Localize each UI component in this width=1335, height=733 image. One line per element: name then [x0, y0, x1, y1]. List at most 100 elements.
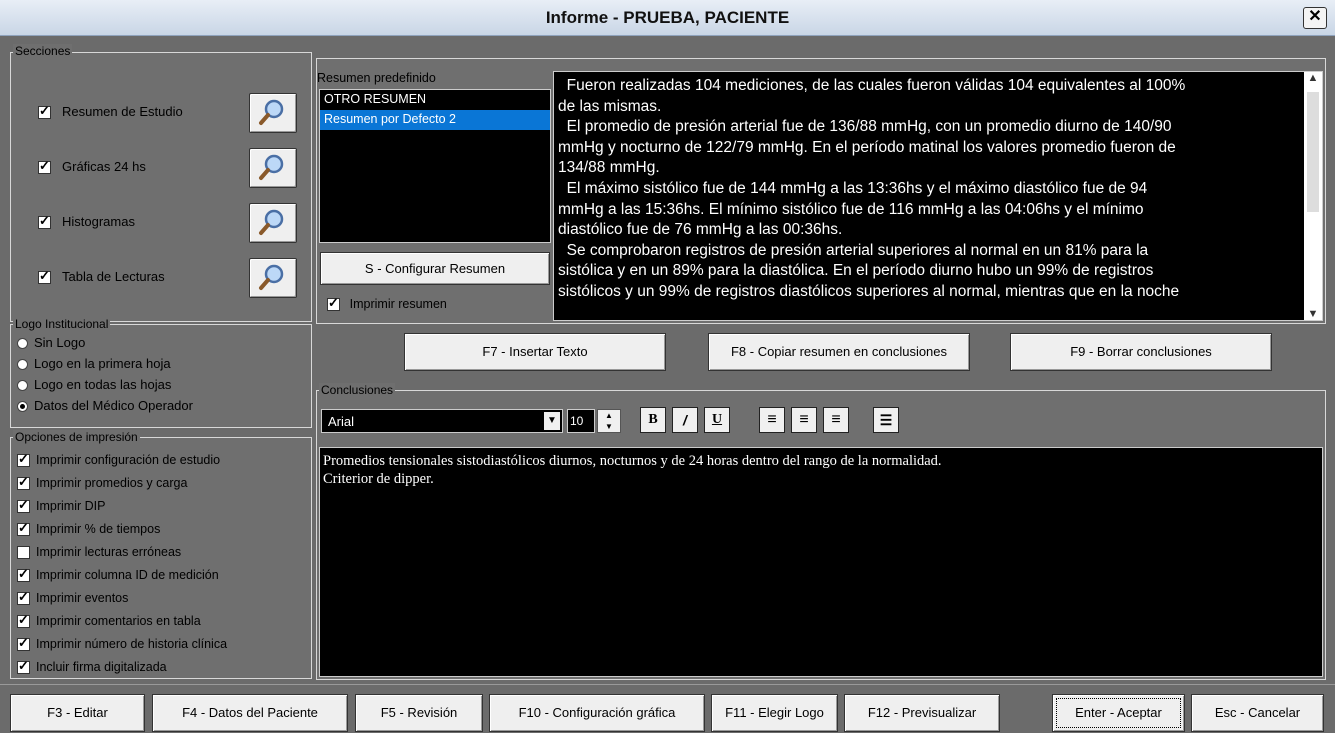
logo-radio[interactable] — [17, 401, 28, 413]
imprimir-resumen-checkbox[interactable] — [327, 295, 340, 312]
editar-button[interactable]: F3 - Editar — [10, 694, 145, 732]
bold-button[interactable]: B — [640, 407, 666, 433]
imprimir-resumen-label: Imprimir resumen — [349, 297, 447, 311]
scroll-thumb[interactable] — [1307, 92, 1319, 212]
insertar-texto-button[interactable]: F7 - Insertar Texto — [404, 333, 666, 371]
search-icon[interactable] — [249, 203, 297, 243]
impresion-option[interactable]: Incluir firma digitalizada — [17, 658, 167, 675]
impresion-checkbox[interactable] — [17, 589, 30, 606]
impresion-option[interactable]: Imprimir número de historia clínica — [17, 635, 228, 652]
configurar-resumen-button[interactable]: S - Configurar Resumen — [320, 252, 550, 285]
impresion-checkbox[interactable] — [17, 474, 30, 491]
impresion-option[interactable]: Imprimir promedios y carga — [17, 474, 188, 491]
font-size-value: 10 — [570, 414, 584, 428]
search-icon[interactable] — [249, 93, 297, 133]
resumen-textarea[interactable]: Fueron realizadas 104 mediciones, de las… — [553, 71, 1323, 321]
seccion-checkbox[interactable] — [38, 103, 51, 119]
datos-paciente-button[interactable]: F4 - Datos del Paciente — [152, 694, 348, 732]
seccion-checkbox[interactable] — [38, 213, 51, 229]
title-bar: Informe - PRUEBA, PACIENTE ✕ — [0, 0, 1335, 36]
revision-button[interactable]: F5 - Revisión — [355, 694, 483, 732]
aceptar-button[interactable]: Enter - Aceptar — [1052, 694, 1185, 732]
font-size-stepper[interactable]: ▲ ▼ — [597, 409, 621, 433]
search-icon[interactable] — [249, 258, 297, 298]
resumen-text-line: sistólica y en un 89% para la diastólica… — [558, 262, 1154, 280]
configuracion-grafica-button[interactable]: F10 - Configuración gráfica — [489, 694, 705, 732]
font-select-value: Arial — [328, 414, 355, 429]
resumen-text-line: El promedio de presión arterial fue de 1… — [558, 118, 1172, 136]
seccion-row[interactable]: Tabla de Lecturas — [38, 258, 300, 298]
font-select[interactable]: Arial ▼ — [321, 409, 563, 433]
logo-radio[interactable] — [17, 359, 28, 371]
impresion-option-label: Incluir firma digitalizada — [36, 660, 167, 674]
logo-option[interactable]: Logo en la primera hoja — [17, 356, 171, 371]
seccion-row[interactable]: Resumen de Estudio — [38, 93, 300, 133]
elegir-logo-button[interactable]: F11 - Elegir Logo — [711, 694, 838, 732]
align-left-icon[interactable]: ≡ — [759, 407, 785, 433]
impresion-option[interactable]: Imprimir % de tiempos — [17, 520, 160, 537]
logo-option-label: Datos del Médico Operador — [34, 398, 193, 413]
impresion-option[interactable]: Imprimir lecturas erróneas — [17, 544, 181, 560]
impresion-option-label: Imprimir columna ID de medición — [36, 568, 219, 582]
close-button[interactable]: ✕ — [1303, 7, 1327, 29]
impresion-option-label: Imprimir número de historia clínica — [36, 637, 228, 651]
conclusiones-legend: Conclusiones — [319, 383, 396, 397]
align-right-icon[interactable]: ≡ — [823, 407, 849, 433]
seccion-label: Resumen de Estudio — [62, 104, 183, 119]
seccion-label: Gráficas 24 hs — [62, 159, 146, 174]
impresion-checkbox[interactable] — [17, 497, 30, 514]
impresion-option-label: Imprimir configuración de estudio — [36, 453, 221, 467]
font-size-field[interactable]: 10 — [567, 409, 595, 433]
search-icon[interactable] — [249, 148, 297, 188]
impresion-option-label: Imprimir promedios y carga — [36, 476, 188, 490]
scroll-down-icon[interactable]: ▼ — [1304, 308, 1322, 320]
logo-option[interactable]: Datos del Médico Operador — [17, 398, 193, 413]
resumen-text-line: Se comprobaron registros de presión arte… — [558, 241, 1149, 259]
logo-panel: Logo Institucional Sin Logo Logo en la pr… — [10, 317, 312, 428]
impresion-option[interactable]: Imprimir columna ID de medición — [17, 566, 219, 583]
logo-option-label: Sin Logo — [34, 335, 86, 350]
impresion-checkbox[interactable] — [17, 635, 30, 652]
impresion-checkbox[interactable] — [17, 658, 30, 675]
imprimir-resumen-row[interactable]: Imprimir resumen — [327, 295, 447, 312]
impresion-option[interactable]: Imprimir comentarios en tabla — [17, 612, 201, 629]
window-title: Informe - PRUEBA, PACIENTE — [545, 8, 790, 27]
conclusiones-editor[interactable]: Promedios tensionales sistodiastólicos d… — [319, 447, 1323, 677]
impresion-checkbox[interactable] — [17, 451, 30, 468]
align-center-icon[interactable]: ≡ — [791, 407, 817, 433]
impresion-checkbox[interactable] — [17, 612, 30, 629]
impresion-checkbox[interactable] — [17, 520, 30, 537]
resumen-scrollbar[interactable]: ▲ ▼ — [1304, 72, 1322, 320]
impresion-option[interactable]: Imprimir configuración de estudio — [17, 451, 221, 468]
seccion-checkbox[interactable] — [38, 158, 51, 174]
chevron-down-icon[interactable]: ▼ — [544, 412, 560, 430]
impresion-option[interactable]: Imprimir eventos — [17, 589, 129, 606]
logo-option[interactable]: Logo en todas las hojas — [17, 377, 171, 392]
logo-radio[interactable] — [17, 338, 28, 350]
resumen-text-line: mmHg y nocturno de 122/79 mmHg. En el pe… — [558, 138, 1176, 156]
logo-option[interactable]: Sin Logo — [17, 335, 85, 350]
impresion-option[interactable]: Imprimir DIP — [17, 497, 105, 514]
underline-button[interactable]: U — [704, 407, 730, 433]
impresion-option-label: Imprimir eventos — [36, 591, 129, 605]
impresion-checkbox[interactable] — [17, 566, 30, 583]
conclusion-line-0: Promedios tensionales sistodiastólicos d… — [323, 453, 942, 469]
logo-option-label: Logo en todas las hojas — [34, 377, 172, 392]
impresion-legend: Opciones de impresión — [13, 430, 140, 444]
scroll-up-icon[interactable]: ▲ — [1304, 72, 1322, 84]
cancelar-button[interactable]: Esc - Cancelar — [1191, 694, 1324, 732]
resumen-list-item-1[interactable]: Resumen por Defecto 2 — [320, 110, 550, 130]
copiar-resumen-button[interactable]: F8 - Copiar resumen en conclusiones — [708, 333, 970, 371]
seccion-checkbox[interactable] — [38, 268, 51, 284]
seccion-row[interactable]: Histogramas — [38, 203, 300, 243]
resumen-list[interactable]: OTRO RESUMEN Resumen por Defecto 2 — [319, 89, 551, 243]
impresion-checkbox[interactable] — [17, 546, 30, 560]
italic-button[interactable]: / — [672, 407, 698, 433]
seccion-row[interactable]: Gráficas 24 hs — [38, 148, 300, 188]
logo-legend: Logo Institucional — [13, 317, 111, 331]
bullet-list-icon[interactable]: ☰ — [873, 407, 899, 433]
borrar-conclusiones-button[interactable]: F9 - Borrar conclusiones — [1010, 333, 1272, 371]
resumen-list-item-0[interactable]: OTRO RESUMEN — [320, 90, 550, 110]
logo-radio[interactable] — [17, 380, 28, 392]
previsualizar-button[interactable]: F12 - Previsualizar — [844, 694, 1000, 732]
